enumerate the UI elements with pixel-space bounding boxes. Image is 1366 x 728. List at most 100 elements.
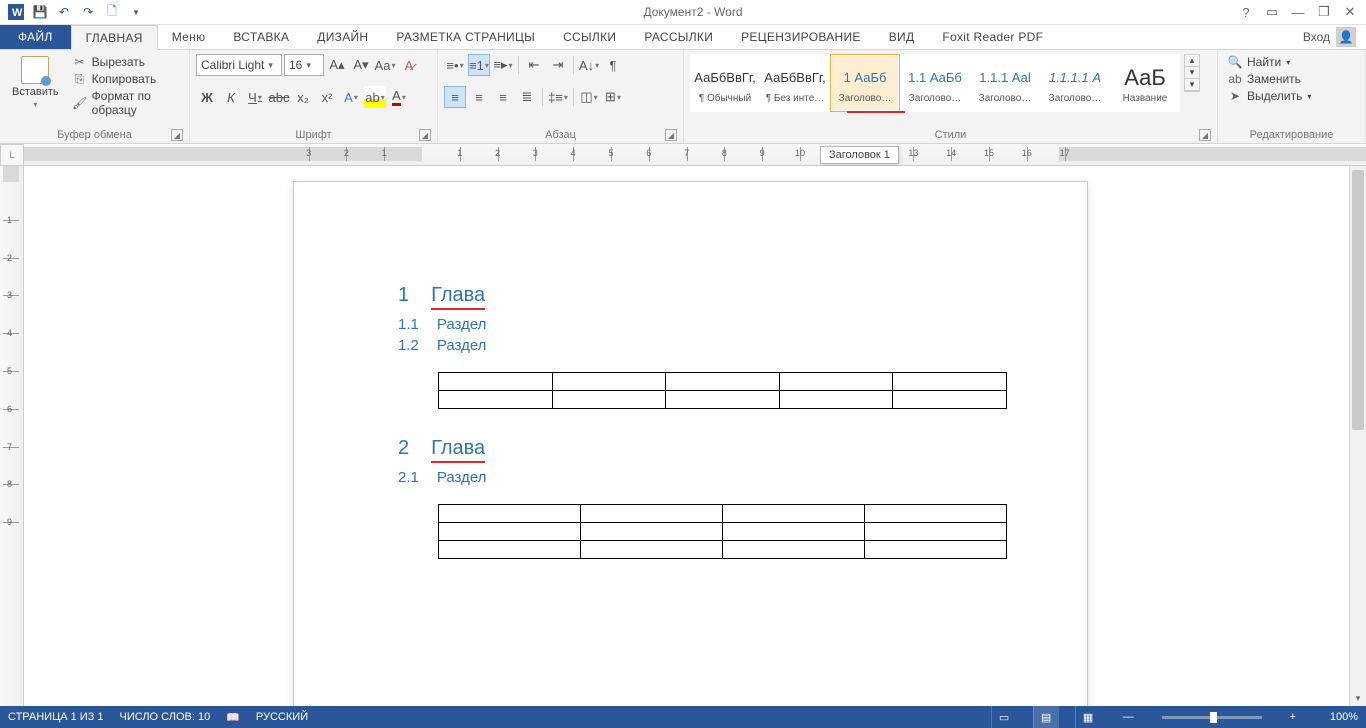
zoom-out-button[interactable]: —	[1117, 711, 1140, 723]
show-marks-button[interactable]: ¶	[602, 54, 624, 76]
para-launcher[interactable]: ◢	[665, 129, 677, 141]
style-item-0[interactable]: АаБбВвГг,¶ Обычный	[690, 54, 760, 112]
ruler-horizontal[interactable]: 3211234567891011121314151617	[24, 144, 1366, 166]
tab-mailings[interactable]: РАССЫЛКИ	[630, 25, 727, 49]
tab-file[interactable]: ФАЙЛ	[0, 25, 71, 49]
zoom-level[interactable]: 100%	[1318, 711, 1358, 723]
font-name-combo[interactable]: Calibri Light▾	[196, 54, 282, 76]
style-item-3[interactable]: 1.1 АаБбЗаголово…	[900, 54, 970, 112]
clear-format-button[interactable]: A̷	[398, 54, 420, 76]
status-page[interactable]: СТРАНИЦА 1 ИЗ 1	[8, 711, 104, 723]
superscript-button[interactable]: x²	[316, 86, 338, 108]
line-spacing-button[interactable]: ‡≡	[547, 86, 569, 108]
undo-icon[interactable]: ↶	[52, 0, 76, 24]
table-1[interactable]	[438, 372, 1007, 409]
view-print-button[interactable]: ▤	[1033, 706, 1059, 728]
new-doc-icon[interactable]: 🗋	[100, 0, 124, 24]
shrink-font-button[interactable]: A▾	[350, 54, 372, 76]
tab-insert[interactable]: ВСТАВКА	[219, 25, 303, 49]
copy-button[interactable]: ⎘Копировать	[69, 71, 183, 87]
h1-text[interactable]: Глава	[431, 437, 485, 463]
outdent-button[interactable]: ⇤	[523, 54, 545, 76]
replace-button[interactable]: abЗаменить	[1224, 71, 1315, 87]
justify-button[interactable]: ≣	[516, 86, 538, 108]
find-button[interactable]: 🔍Найти ▾	[1224, 54, 1315, 70]
style-item-2[interactable]: 1 АаБбЗаголово…	[830, 54, 900, 112]
tab-references[interactable]: ССЫЛКИ	[549, 25, 630, 49]
grow-font-button[interactable]: A▴	[326, 54, 348, 76]
ribbon-options-button[interactable]: ▭	[1260, 1, 1284, 23]
underline-button[interactable]: Ч	[244, 86, 266, 108]
styles-launcher[interactable]: ◢	[1199, 129, 1211, 141]
qat-customize-icon[interactable]: ▾	[124, 0, 148, 24]
font-launcher[interactable]: ◢	[419, 129, 431, 141]
tab-review[interactable]: РЕЦЕНЗИРОВАНИЕ	[727, 25, 875, 49]
save-icon[interactable]: 💾	[28, 0, 52, 24]
align-right-button[interactable]: ≡	[492, 86, 514, 108]
h2-text[interactable]: Раздел	[437, 337, 487, 354]
tab-layout[interactable]: РАЗМЕТКА СТРАНИЦЫ	[382, 25, 549, 49]
editing-label: Редактирование	[1250, 129, 1334, 141]
ruler-vertical[interactable]: 123456789	[0, 166, 24, 706]
italic-button[interactable]: К	[220, 86, 242, 108]
status-proof-icon[interactable]: 📖	[226, 711, 240, 724]
window-title: Документ2 - Word	[152, 5, 1234, 19]
document-page[interactable]: 1Глава 1.1Раздел 1.2Раздел 2Глава 2.1Раз…	[294, 182, 1087, 706]
ruler-corner[interactable]: L	[0, 144, 24, 166]
shading-button[interactable]: ◫	[578, 86, 600, 108]
highlight-button[interactable]: ab	[364, 86, 386, 108]
select-button[interactable]: ➤Выделить ▾	[1224, 88, 1315, 104]
align-left-button[interactable]: ≡	[444, 86, 466, 108]
bullets-button[interactable]: ≡•	[444, 54, 466, 76]
scroll-thumb[interactable]	[1352, 170, 1364, 430]
style-item-4[interactable]: 1.1.1 АаlЗаголово…	[970, 54, 1040, 112]
bold-button[interactable]: Ж	[196, 86, 218, 108]
tab-design[interactable]: ДИЗАЙН	[303, 25, 382, 49]
zoom-slider[interactable]	[1162, 716, 1262, 719]
help-button[interactable]: ?	[1234, 1, 1258, 23]
tab-home[interactable]: ГЛАВНАЯ	[71, 25, 158, 50]
zoom-in-button[interactable]: +	[1284, 711, 1302, 723]
minimize-button[interactable]: —	[1286, 1, 1310, 23]
tab-view[interactable]: ВИД	[875, 25, 929, 49]
paste-icon	[21, 56, 49, 84]
tab-foxit[interactable]: Foxit Reader PDF	[928, 25, 1057, 49]
restore-button[interactable]: ❐	[1312, 1, 1336, 23]
view-read-button[interactable]: ▭	[991, 706, 1017, 728]
style-tooltip: Заголовок 1	[820, 146, 899, 164]
view-web-button[interactable]: ▦	[1075, 706, 1101, 728]
text-effects-button[interactable]: A	[340, 86, 362, 108]
subscript-button[interactable]: x₂	[292, 86, 314, 108]
sort-button[interactable]: A↓	[578, 54, 600, 76]
clipboard-launcher[interactable]: ◢	[171, 129, 183, 141]
h2-text[interactable]: Раздел	[437, 316, 487, 333]
change-case-button[interactable]: Aa	[374, 54, 396, 76]
status-lang[interactable]: РУССКИЙ	[256, 711, 308, 723]
font-color-button[interactable]: A	[388, 86, 410, 108]
format-painter-button[interactable]: 🖌Формат по образцу	[69, 88, 183, 118]
h1-num: 2	[398, 437, 409, 463]
clipboard-label: Буфер обмена	[57, 129, 132, 141]
vertical-scrollbar[interactable]: ▴ ▾	[1349, 166, 1366, 706]
paste-button[interactable]: Вставить ▾	[6, 54, 65, 111]
indent-button[interactable]: ⇥	[547, 54, 569, 76]
numbering-button[interactable]: ≡1	[468, 54, 490, 76]
borders-button[interactable]: ⊞	[602, 86, 624, 108]
style-item-1[interactable]: АаБбВвГг,¶ Без инте…	[760, 54, 830, 112]
styles-scroll[interactable]: ▴▾▾	[1184, 54, 1200, 92]
cut-button[interactable]: ✂Вырезать	[69, 54, 183, 70]
login-link[interactable]: Вход👤	[1293, 25, 1366, 49]
font-size-combo[interactable]: 16▾	[284, 54, 324, 76]
h1-text[interactable]: Глава	[431, 284, 485, 310]
strike-button[interactable]: abc	[268, 86, 290, 108]
redo-icon[interactable]: ↷	[76, 0, 100, 24]
status-words[interactable]: ЧИСЛО СЛОВ: 10	[120, 711, 211, 723]
table-2[interactable]	[438, 504, 1007, 559]
h2-text[interactable]: Раздел	[437, 469, 487, 486]
style-item-5[interactable]: 1.1.1.1 АЗаголово…	[1040, 54, 1110, 112]
style-item-6[interactable]: АаБНазвание	[1110, 54, 1180, 112]
multilevel-button[interactable]: ≡▸	[492, 54, 514, 76]
close-button[interactable]: ✕	[1338, 1, 1362, 23]
tab-menu[interactable]: Меню	[158, 25, 220, 49]
align-center-button[interactable]: ≡	[468, 86, 490, 108]
